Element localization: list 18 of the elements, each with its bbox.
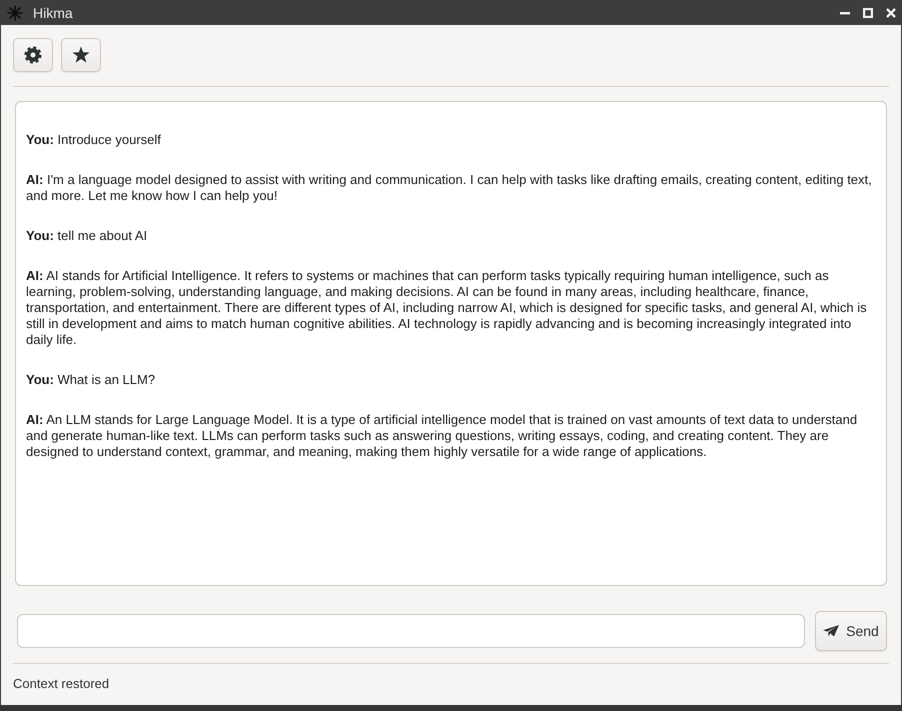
star-icon [72,46,90,64]
chat-message: AI: I'm a language model designed to assist with writing and communication. I can help with tasks like drafting emails, creating content, editing text, and more. Let me know how I can help you! [26,172,873,204]
chat-message: You: What is an LLM? [26,372,156,388]
send-button[interactable]: Send [815,611,887,651]
paper-plane-icon [823,625,840,637]
close-icon[interactable] [886,8,896,18]
status-text: Context restored [13,676,110,693]
gear-icon [24,46,42,64]
sparkle-icon [7,4,23,20]
favorite-button[interactable] [61,38,101,72]
chat-message: AI: AI stands for Artificial Intelligence. It refers to systems or machines that can perform tasks typically requiring human intelligence, such as learning, problem-solving, understanding language, and making decisions. AI can be found in many areas, including healthcare, finance, transportation, and entertainment. There are different types of AI, including narrow AI, which is designed for specific tasks, and general AI, which is still in development and aims to match human cognitive abilities. AI technology is rapidly advancing and is becoming increasingly integrated into daily life. [26,268,868,348]
settings-button[interactable] [13,38,53,72]
chat-message: AI: An LLM stands for Large Language Model. It is a type of artificial intelligence model that is trained on vast amounts of text data to understand and generate human-like text. LLMs can perform tasks such as answering questions, writing essays, coding, and creating content. They are designed to understand context, grammar, and meaning, making them highly versatile for a wide range of applications. [26,412,858,460]
chat-message: You: Introduce yourself [26,132,162,148]
chat-message: You: tell me about AI [26,228,148,244]
message-input[interactable] [17,614,805,648]
window-title: Hikma [33,4,73,20]
maximize-icon[interactable] [863,8,873,18]
